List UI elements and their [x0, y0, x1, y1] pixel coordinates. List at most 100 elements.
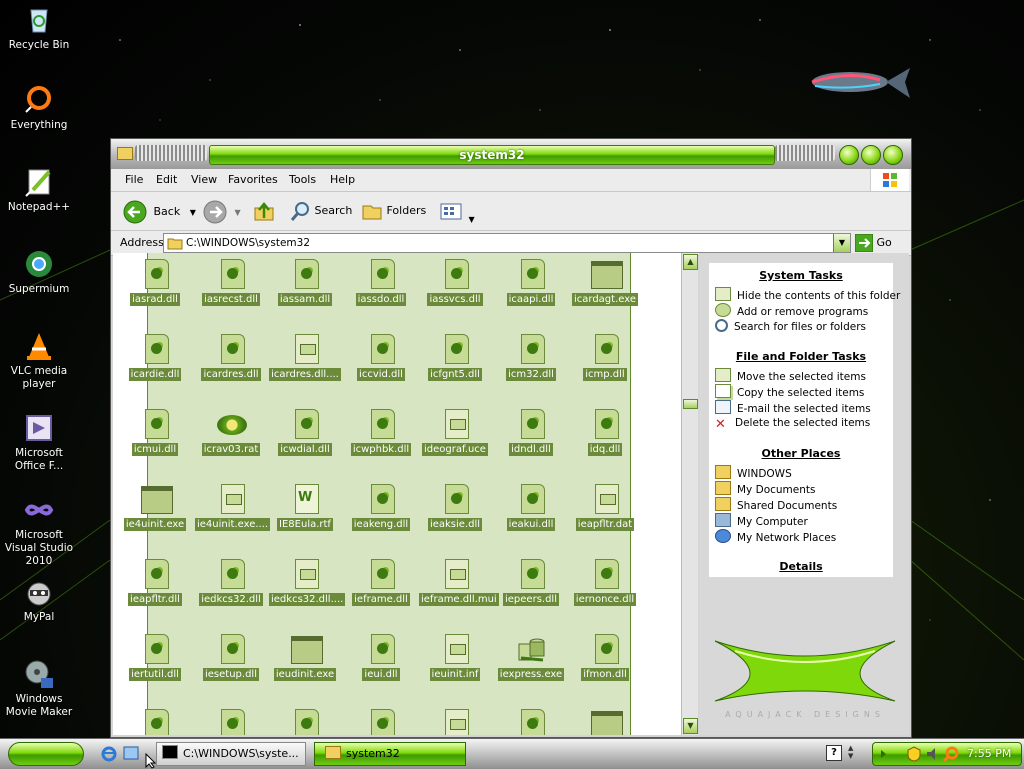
title-bar[interactable]: system32	[111, 139, 911, 169]
file-item[interactable]: ieudinit.exe	[269, 634, 341, 681]
menu-file[interactable]: File	[125, 173, 143, 186]
chevron-down-icon[interactable]: ▼	[190, 208, 196, 217]
desktop-icon-everything[interactable]: Everything	[4, 84, 74, 132]
file-item[interactable]: iassvcs.dll	[419, 259, 491, 306]
maximize-button[interactable]	[861, 145, 881, 165]
file-item[interactable]	[419, 709, 491, 735]
security-shield-icon[interactable]	[907, 746, 921, 762]
file-item[interactable]: iepeers.dll	[495, 559, 567, 606]
scroll-down-button[interactable]: ▼	[683, 718, 698, 734]
views-button[interactable]: ▼	[439, 200, 475, 224]
file-item[interactable]: ie4uinit.exe	[119, 484, 191, 531]
place-my-computer[interactable]: My Computer	[715, 513, 808, 528]
file-item[interactable]: icfgnt5.dll	[419, 334, 491, 381]
file-item[interactable]: icwphbk.dll	[345, 409, 417, 456]
task-email-items[interactable]: E-mail the selected items	[715, 400, 871, 415]
file-item[interactable]: icmui.dll	[119, 409, 191, 456]
file-item[interactable]: ieframe.dll.mui	[419, 559, 499, 606]
file-item[interactable]: ieuinit.inf	[419, 634, 491, 681]
file-item[interactable]: ieapfltr.dat	[569, 484, 641, 531]
desktop-icon-notepad-plus-plus[interactable]: Notepad++	[4, 166, 74, 214]
back-button[interactable]: Back ▼	[123, 200, 196, 224]
menu-edit[interactable]: Edit	[156, 173, 177, 186]
file-item[interactable]: icardagt.exe	[569, 259, 641, 306]
file-item[interactable]: iccvid.dll	[345, 334, 417, 381]
file-item[interactable]: ie4uinit.exe....	[195, 484, 271, 531]
close-button[interactable]	[883, 145, 903, 165]
up-folder-button[interactable]	[253, 200, 275, 222]
menu-help[interactable]: Help	[330, 173, 355, 186]
desktop-icon-recycle-bin[interactable]: Recycle Bin	[4, 4, 74, 52]
file-item[interactable]: idndl.dll	[495, 409, 567, 456]
scroll-up-button[interactable]: ▲	[683, 254, 698, 270]
file-item[interactable]: ieapfltr.dll	[119, 559, 191, 606]
go-button[interactable]: Go	[854, 233, 892, 253]
file-item[interactable]: ieakeng.dll	[345, 484, 417, 531]
task-move-items[interactable]: Move the selected items	[715, 368, 866, 383]
clock[interactable]: 7:55 PM	[967, 747, 1011, 760]
file-item[interactable]: icaapi.dll	[495, 259, 567, 306]
show-desktop-icon[interactable]	[122, 744, 140, 762]
place-shared-documents[interactable]: Shared Documents	[715, 497, 837, 512]
file-item[interactable]	[569, 709, 641, 735]
file-item[interactable]: iasrad.dll	[119, 259, 191, 306]
file-item[interactable]	[119, 709, 191, 735]
file-item[interactable]	[345, 709, 417, 735]
chevron-down-icon[interactable]: ▼	[469, 215, 475, 224]
desktop-icon-supermium[interactable]: Supermium	[4, 248, 74, 296]
task-hide-contents[interactable]: Hide the contents of this folder	[715, 287, 900, 302]
file-item[interactable]: ieframe.dll	[345, 559, 417, 606]
desktop-icon-movie-maker[interactable]: Windows Movie Maker	[4, 658, 74, 719]
task-search-files[interactable]: Search for files or folders	[715, 319, 866, 333]
desktop-icon-visual-studio[interactable]: Microsoft Visual Studio 2010	[4, 494, 74, 568]
file-item[interactable]: icrav03.rat	[195, 409, 267, 456]
address-dropdown-button[interactable]: ▼	[833, 234, 850, 252]
file-item[interactable]: iedkcs32.dll	[195, 559, 267, 606]
file-item[interactable]: icardres.dll....	[269, 334, 341, 381]
place-windows[interactable]: WINDOWS	[715, 465, 792, 480]
place-my-documents[interactable]: My Documents	[715, 481, 815, 496]
file-item[interactable]: iassdo.dll	[345, 259, 417, 306]
file-item[interactable]	[495, 709, 567, 735]
file-item[interactable]: ieaksie.dll	[419, 484, 491, 531]
file-item[interactable]: iernonce.dll	[569, 559, 641, 606]
address-input[interactable]: C:\WINDOWS\system32 ▼	[163, 233, 851, 253]
file-folder-tasks-header[interactable]: File and Folder Tasks	[709, 350, 893, 363]
folder-icon[interactable]	[117, 147, 133, 160]
file-item[interactable]: iedkcs32.dll....	[269, 559, 346, 606]
file-item[interactable]: icwdial.dll	[269, 409, 341, 456]
file-item[interactable]: icm32.dll	[495, 334, 567, 381]
forward-button[interactable]: ▼	[203, 200, 241, 224]
speaker-icon[interactable]	[925, 746, 941, 762]
desktop-icon-office-frontpage[interactable]: Microsoft Office F...	[4, 412, 74, 473]
file-item[interactable]	[269, 709, 341, 735]
minimize-button[interactable]	[839, 145, 859, 165]
file-item[interactable]: icardres.dll	[195, 334, 267, 381]
file-item[interactable]: ideograf.uce	[419, 409, 491, 456]
tray-expand-icon[interactable]	[881, 750, 886, 758]
system-tasks-header[interactable]: System Tasks	[709, 269, 893, 282]
folders-button[interactable]: Folders	[361, 200, 426, 222]
task-delete-items[interactable]: ✕ Delete the selected items	[715, 416, 870, 431]
file-item[interactable]: IE8Eula.rtf	[269, 484, 341, 531]
tray-scroll-arrows[interactable]: ▲ ▼	[848, 744, 853, 760]
place-my-network[interactable]: My Network Places	[715, 529, 836, 544]
file-item[interactable]: idq.dll	[569, 409, 641, 456]
menu-view[interactable]: View	[191, 173, 217, 186]
file-item[interactable]: icmp.dll	[569, 334, 641, 381]
file-item[interactable]: icardie.dll	[119, 334, 191, 381]
chevron-down-icon[interactable]: ▼	[235, 208, 241, 217]
desktop-icon-mypal[interactable]: MyPal	[4, 576, 74, 624]
search-button[interactable]: Search	[289, 200, 352, 222]
task-add-remove-programs[interactable]: Add or remove programs	[715, 303, 868, 318]
file-item[interactable]: ieakui.dll	[495, 484, 567, 531]
file-item[interactable]: iassam.dll	[269, 259, 341, 306]
menu-tools[interactable]: Tools	[289, 173, 316, 186]
file-item[interactable]: iexpress.exe	[495, 634, 567, 681]
file-item[interactable]: iasrecst.dll	[195, 259, 267, 306]
file-list-view[interactable]: iasrad.dll iasrecst.dll iassam.dll iassdo.d…	[113, 253, 681, 735]
file-item[interactable]	[195, 709, 267, 735]
vertical-scrollbar[interactable]: ▲ ▼	[681, 253, 698, 735]
internet-explorer-icon[interactable]	[100, 744, 118, 762]
menu-favorites[interactable]: Favorites	[228, 173, 278, 186]
